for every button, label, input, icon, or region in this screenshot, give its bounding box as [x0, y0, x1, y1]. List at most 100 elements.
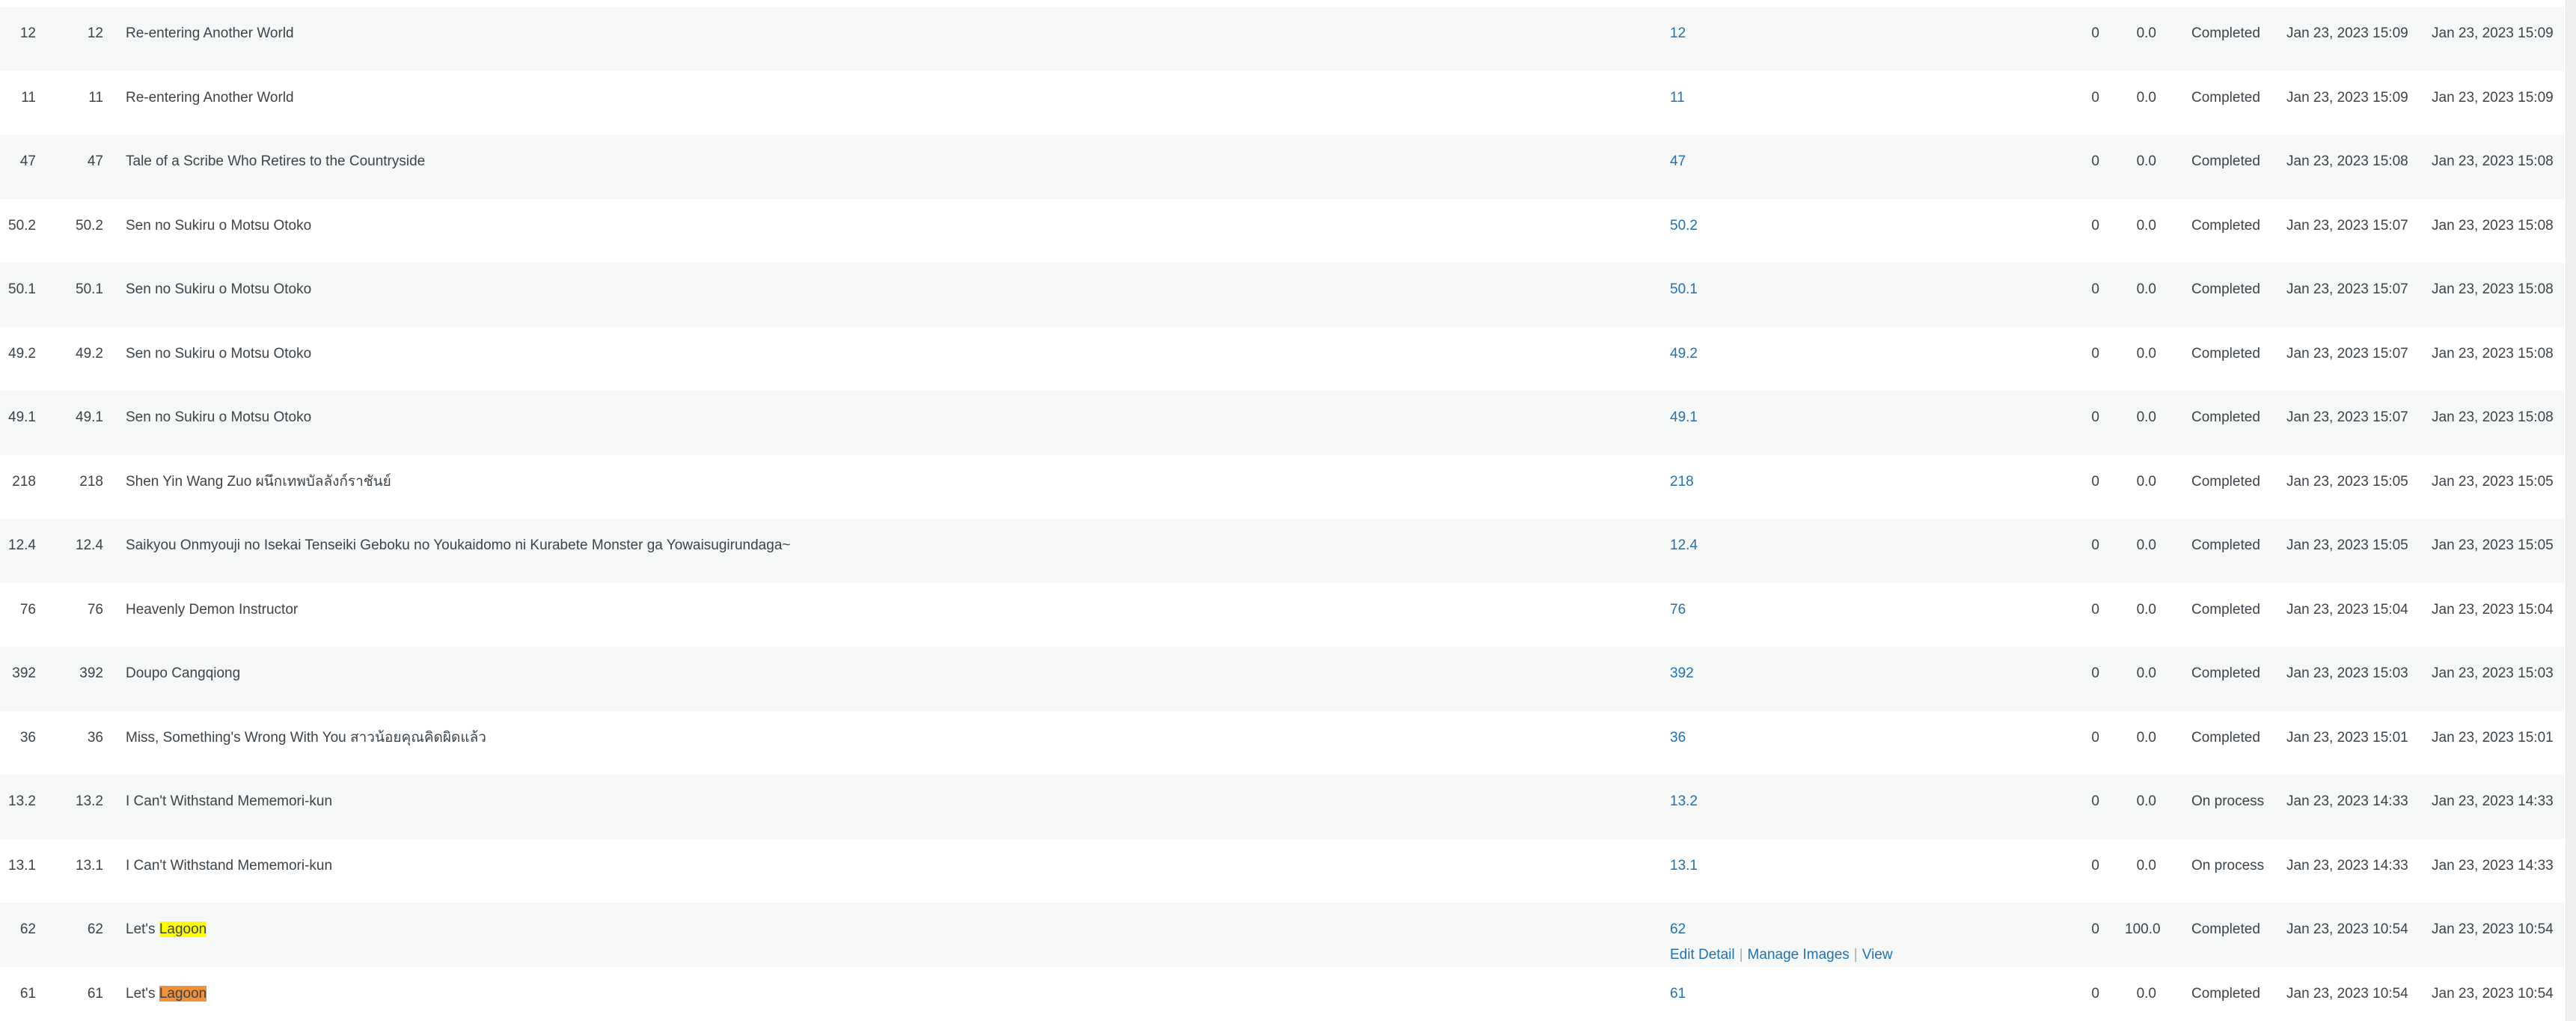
chapter-link[interactable]: 12.4	[1670, 538, 1698, 553]
views-count: 0	[2091, 601, 2099, 618]
created-date: Jan 23, 2023 15:05	[2286, 473, 2408, 490]
vertical-scrollbar[interactable]	[2566, 0, 2576, 1021]
status-text: On process	[2191, 857, 2265, 874]
rating-value: 0.0	[2136, 601, 2156, 618]
chapters-table: 12 12 Re-entering Another World 12 0 0.0…	[0, 7, 2564, 1021]
chapter-number: 12	[87, 25, 103, 41]
chapter-link[interactable]: 218	[1670, 474, 1694, 490]
created-date: Jan 23, 2023 15:05	[2286, 537, 2408, 553]
chapter-number: 13.2	[76, 793, 103, 809]
chapter-link[interactable]: 61	[1670, 986, 1686, 1002]
manga-title: I Can't Withstand Mememori-kun	[126, 793, 333, 809]
table-row: 47 47 Tale of a Scribe Who Retires to th…	[0, 135, 2564, 199]
status-text: Completed	[2191, 217, 2260, 234]
row-id: 62	[19, 921, 36, 937]
search-highlight: Lagoon	[159, 985, 207, 1002]
rating-value: 0.0	[2136, 409, 2156, 425]
chapter-link[interactable]: 12	[1670, 26, 1686, 41]
rating-value: 0.0	[2136, 25, 2156, 41]
action-separator: |	[1853, 947, 1858, 963]
manga-title: Sen no Sukiru o Motsu Otoko	[126, 217, 312, 234]
row-id: 12.4	[8, 537, 36, 553]
views-count: 0	[2091, 473, 2099, 490]
chapter-link[interactable]: 62	[1670, 922, 1686, 937]
manga-title: Saikyou Onmyouji no Isekai Tenseiki Gebo…	[126, 537, 791, 553]
row-id: 49.2	[8, 345, 36, 362]
table-row: 12.4 12.4 Saikyou Onmyouji no Isekai Ten…	[0, 519, 2564, 583]
chapter-link[interactable]: 36	[1670, 730, 1686, 746]
created-date: Jan 23, 2023 15:03	[2286, 665, 2408, 681]
chapter-link[interactable]: 47	[1670, 154, 1686, 169]
manga-title: Sen no Sukiru o Motsu Otoko	[126, 281, 312, 297]
manga-title: Heavenly Demon Instructor	[126, 601, 299, 618]
chapter-link[interactable]: 76	[1670, 602, 1686, 618]
row-actions: Edit Detail | Manage Images | View	[1670, 948, 1893, 963]
updated-date: Jan 23, 2023 15:09	[2432, 25, 2554, 41]
views-count: 0	[2091, 217, 2099, 234]
created-date: Jan 23, 2023 10:54	[2286, 921, 2408, 937]
manga-title: Sen no Sukiru o Motsu Otoko	[126, 409, 312, 425]
table-row: 218 218 Shen Yin Wang Zuo ผนึกเทพบัลลังก…	[0, 455, 2564, 519]
updated-date: Jan 23, 2023 10:54	[2432, 985, 2554, 1002]
chapter-number: 218	[79, 473, 103, 490]
views-count: 0	[2091, 665, 2099, 681]
title-prefix: Let's	[126, 921, 159, 937]
chapter-link[interactable]: 49.1	[1670, 410, 1698, 425]
updated-date: Jan 23, 2023 10:54	[2432, 921, 2554, 937]
updated-date: Jan 23, 2023 15:04	[2432, 601, 2554, 618]
chapter-link[interactable]: 392	[1670, 666, 1694, 681]
edit-detail-link[interactable]: Edit Detail	[1670, 947, 1735, 963]
table-row: 13.1 13.1 I Can't Withstand Mememori-kun…	[0, 839, 2564, 903]
view-link[interactable]: View	[1862, 947, 1893, 963]
manage-images-link[interactable]: Manage Images	[1748, 947, 1850, 963]
views-count: 0	[2091, 537, 2099, 553]
manga-title: Sen no Sukiru o Motsu Otoko	[126, 345, 312, 362]
row-id: 11	[21, 89, 36, 106]
chapter-link[interactable]: 50.1	[1670, 282, 1698, 297]
chapter-number: 11	[88, 89, 103, 106]
rating-value: 0.0	[2136, 665, 2156, 681]
chapter-link[interactable]: 49.2	[1670, 346, 1698, 362]
status-text: On process	[2191, 793, 2265, 809]
created-date: Jan 23, 2023 15:07	[2286, 281, 2408, 297]
status-text: Completed	[2191, 921, 2260, 937]
rating-value: 0.0	[2136, 89, 2156, 106]
row-id: 47	[19, 153, 36, 169]
created-date: Jan 23, 2023 14:33	[2286, 793, 2408, 809]
status-text: Completed	[2191, 409, 2260, 425]
table-row: 12 12 Re-entering Another World 12 0 0.0…	[0, 7, 2564, 71]
updated-date: Jan 23, 2023 15:09	[2432, 89, 2554, 106]
table-row: 50.2 50.2 Sen no Sukiru o Motsu Otoko 50…	[0, 199, 2564, 263]
title-prefix: Let's	[126, 985, 159, 1002]
rating-value: 0.0	[2136, 537, 2156, 553]
manga-title: Doupo Cangqiong	[126, 665, 241, 681]
chapter-link[interactable]: 13.1	[1670, 858, 1698, 874]
views-count: 0	[2091, 921, 2099, 937]
status-text: Completed	[2191, 537, 2260, 553]
status-text: Completed	[2191, 89, 2260, 106]
rating-value: 0.0	[2136, 345, 2156, 362]
manga-title: Re-entering Another World	[126, 89, 294, 106]
rating-value: 0.0	[2136, 793, 2156, 809]
status-text: Completed	[2191, 345, 2260, 362]
rating-value: 0.0	[2136, 857, 2156, 874]
created-date: Jan 23, 2023 14:33	[2286, 857, 2408, 874]
updated-date: Jan 23, 2023 15:05	[2432, 537, 2554, 553]
created-date: Jan 23, 2023 15:04	[2286, 601, 2408, 618]
manga-title: Let's Lagoon	[126, 985, 207, 1002]
table-row: 392 392 Doupo Cangqiong 392 0 0.0 Comple…	[0, 647, 2564, 711]
status-text: Completed	[2191, 473, 2260, 490]
chapter-link[interactable]: 50.2	[1670, 218, 1698, 234]
chapter-link[interactable]: 13.2	[1670, 794, 1698, 809]
updated-date: Jan 23, 2023 15:08	[2432, 281, 2554, 297]
chapter-link[interactable]: 11	[1670, 90, 1685, 106]
row-id: 76	[19, 601, 36, 618]
updated-date: Jan 23, 2023 15:08	[2432, 345, 2554, 362]
updated-date: Jan 23, 2023 15:08	[2432, 217, 2554, 234]
chapter-number: 50.2	[76, 217, 103, 234]
created-date: Jan 23, 2023 15:07	[2286, 409, 2408, 425]
views-count: 0	[2091, 793, 2099, 809]
status-text: Completed	[2191, 25, 2260, 41]
row-id: 50.1	[8, 281, 36, 297]
updated-date: Jan 23, 2023 14:33	[2432, 857, 2554, 874]
